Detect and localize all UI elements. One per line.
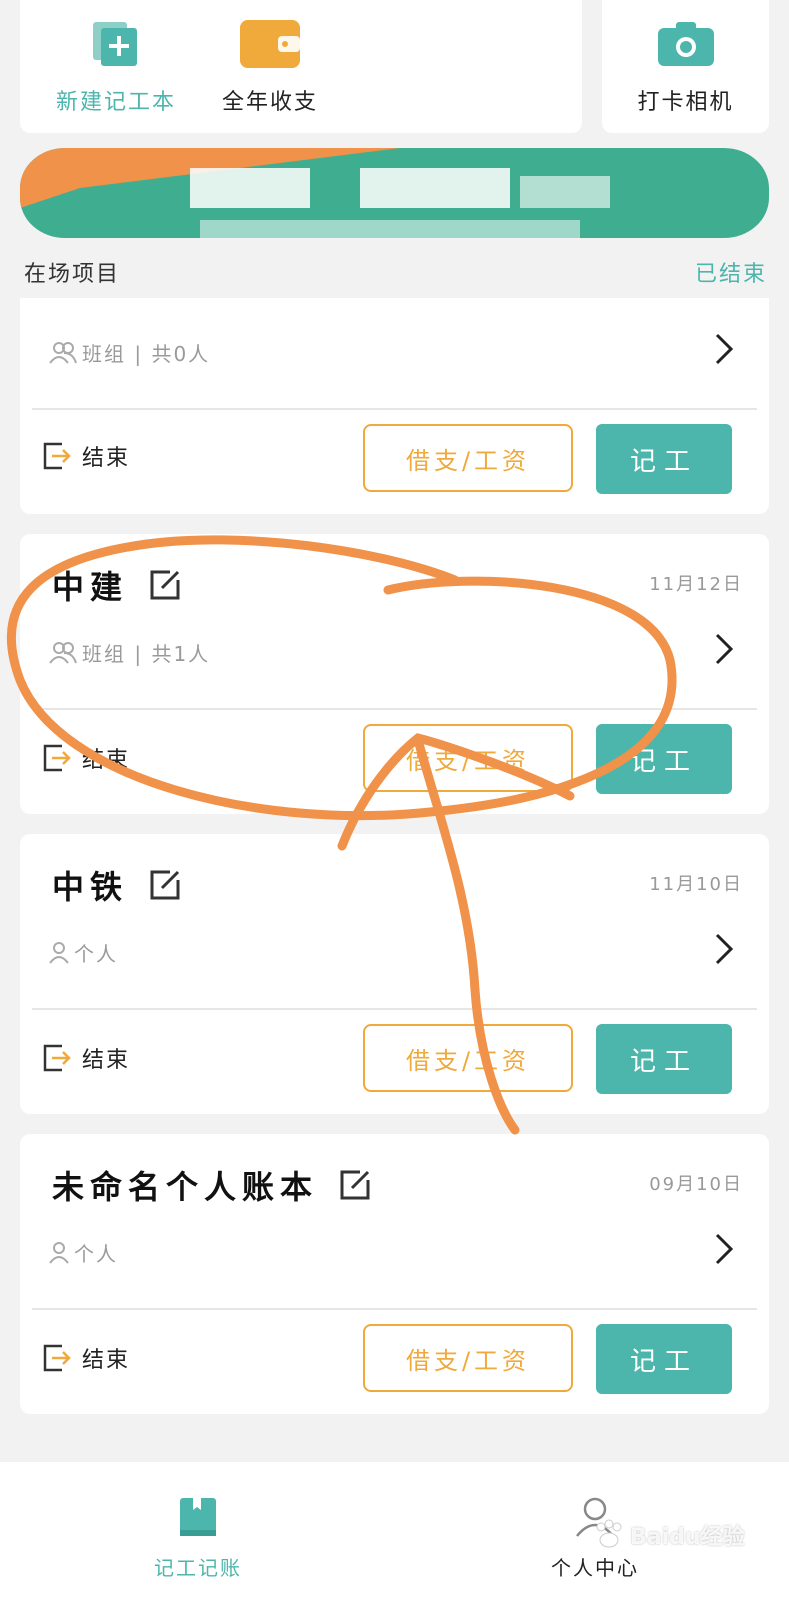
end-project-button[interactable]: 结束 <box>42 1342 130 1374</box>
annual-summary-label: 全年收支 <box>221 90 318 115</box>
project-meta: 个人 <box>48 938 118 967</box>
exit-icon <box>43 1044 71 1072</box>
camera-icon <box>656 20 716 68</box>
team-icon <box>49 641 77 664</box>
end-label: 结束 <box>82 748 131 773</box>
record-button[interactable]: 记工 <box>596 1024 732 1094</box>
add-book-icon <box>86 20 146 68</box>
quick-actions-card: 新建记工本 全年收支 <box>20 0 582 133</box>
exit-icon <box>43 744 71 772</box>
promo-banner[interactable] <box>20 148 769 238</box>
baidu-watermark: Baidu经验 <box>592 1518 745 1552</box>
new-book-label: 新建记工本 <box>55 90 176 115</box>
card-divider <box>32 1008 757 1010</box>
section-title-active: 在场项目 <box>24 262 121 287</box>
wage-button[interactable]: 借支/工资 <box>363 1024 573 1092</box>
banner-graphic <box>20 148 769 238</box>
edit-icon[interactable] <box>338 1168 372 1202</box>
card-divider <box>32 708 757 710</box>
new-book-button[interactable]: 新建记工本 <box>46 20 186 116</box>
chevron-right-icon[interactable] <box>713 1232 735 1266</box>
exit-icon <box>43 1344 71 1372</box>
wage-button[interactable]: 借支/工资 <box>363 424 573 492</box>
project-meta: 班组 | 共1人 <box>48 638 210 667</box>
edit-icon[interactable] <box>148 868 182 902</box>
project-title: 中铁 <box>52 862 182 908</box>
project-date: 11月12日 <box>649 574 743 595</box>
chevron-right-icon[interactable] <box>713 332 735 366</box>
project-meta: 个人 <box>48 1238 118 1267</box>
project-title-text: 中铁 <box>52 868 129 906</box>
end-project-button[interactable]: 结束 <box>42 440 130 472</box>
end-label: 结束 <box>82 446 131 471</box>
end-label: 结束 <box>82 1048 131 1073</box>
project-meta-text: 个人 <box>74 1242 118 1266</box>
watermark-text: Baidu经验 <box>630 1525 745 1550</box>
camera-label: 打卡相机 <box>637 90 734 115</box>
exit-icon <box>43 442 71 470</box>
project-meta-text: 班组 | 共0人 <box>82 342 211 366</box>
project-date: 11月10日 <box>649 874 743 895</box>
project-title-text: 未命名个人账本 <box>52 1168 319 1206</box>
book-icon <box>180 1498 216 1536</box>
project-card[interactable]: 班组 | 共0人 结束 借支/工资 记工 <box>20 298 769 514</box>
wage-button[interactable]: 借支/工资 <box>363 1324 573 1392</box>
team-icon <box>49 341 77 364</box>
chevron-right-icon[interactable] <box>713 632 735 666</box>
nav-profile-label: 个人中心 <box>551 1556 639 1580</box>
card-divider <box>32 408 757 410</box>
chevron-right-icon[interactable] <box>713 932 735 966</box>
wage-button[interactable]: 借支/工资 <box>363 724 573 792</box>
project-card[interactable]: 未命名个人账本 09月10日 个人 结束 借支/工资 记工 <box>20 1134 769 1414</box>
camera-button[interactable]: 打卡相机 <box>602 20 769 116</box>
person-icon <box>49 1241 69 1264</box>
nav-records-label: 记工记账 <box>154 1556 242 1580</box>
project-date: 09月10日 <box>649 1174 743 1195</box>
record-button[interactable]: 记工 <box>596 424 732 494</box>
project-card[interactable]: 中铁 11月10日 个人 结束 借支/工资 记工 <box>20 834 769 1114</box>
end-label: 结束 <box>82 1348 131 1373</box>
record-button[interactable]: 记工 <box>596 1324 732 1394</box>
annual-summary-button[interactable]: 全年收支 <box>200 20 340 116</box>
edit-icon[interactable] <box>148 568 182 602</box>
end-project-button[interactable]: 结束 <box>42 742 130 774</box>
paw-icon <box>596 1519 622 1548</box>
end-project-button[interactable]: 结束 <box>42 1042 130 1074</box>
record-button[interactable]: 记工 <box>596 724 732 794</box>
project-meta: 班组 | 共0人 <box>48 338 210 367</box>
project-title-text: 中建 <box>52 568 129 606</box>
camera-card: 打卡相机 <box>602 0 769 133</box>
project-card[interactable]: 中建 11月12日 班组 | 共1人 结束 借支/工资 记工 <box>20 534 769 814</box>
project-meta-text: 班组 | 共1人 <box>82 642 211 666</box>
project-title: 未命名个人账本 <box>52 1162 372 1208</box>
card-divider <box>32 1308 757 1310</box>
project-meta-text: 个人 <box>74 942 118 966</box>
section-tab-finished[interactable]: 已结束 <box>695 256 767 288</box>
nav-records[interactable]: 记工记账 <box>138 1496 258 1581</box>
wallet-icon <box>240 20 300 68</box>
project-title: 中建 <box>52 562 182 608</box>
person-icon <box>49 941 69 964</box>
